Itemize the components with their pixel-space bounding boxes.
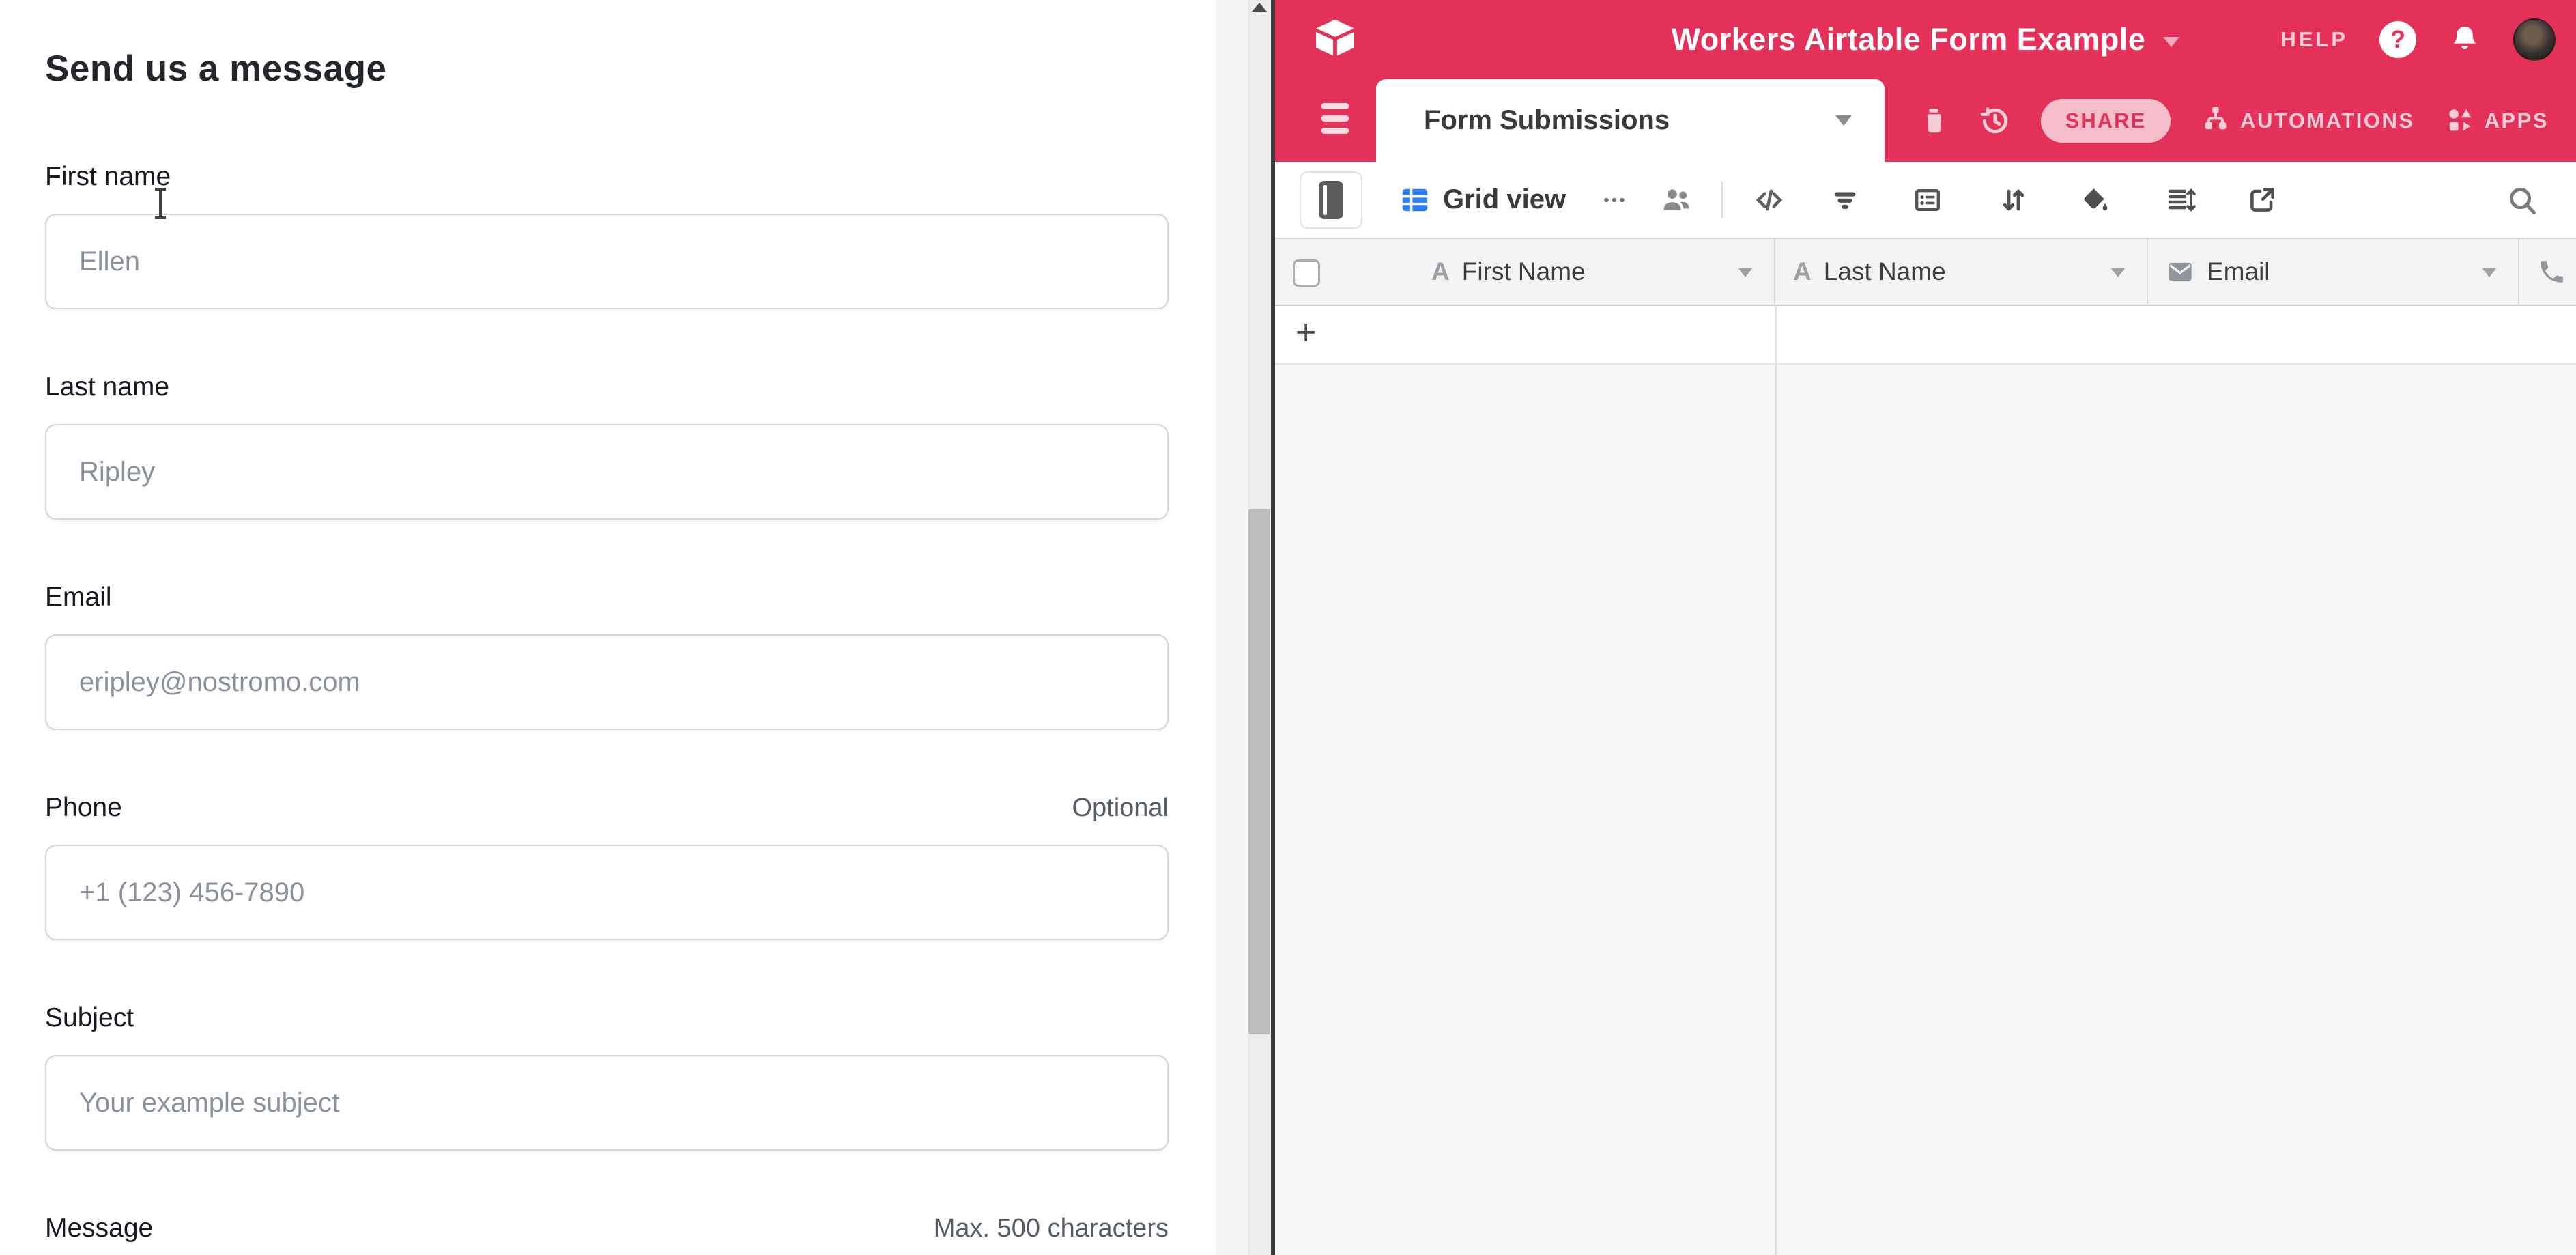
view-name-label[interactable]: Grid view bbox=[1443, 184, 1566, 215]
trash-icon[interactable] bbox=[1918, 105, 1949, 137]
help-button[interactable]: HELP bbox=[2280, 27, 2348, 52]
phone-field-type-icon bbox=[2537, 257, 2566, 286]
base-title-caret-icon[interactable] bbox=[2163, 37, 2179, 47]
user-avatar[interactable] bbox=[2513, 18, 2556, 61]
add-row-plus-icon[interactable]: + bbox=[1296, 311, 1316, 354]
view-toolbar: Grid view bbox=[1275, 162, 2576, 238]
page-scrollbar[interactable] bbox=[1248, 0, 1271, 1255]
grid-empty-area bbox=[1275, 365, 2576, 1255]
email-field-type-icon bbox=[2166, 257, 2194, 286]
airtable-logo-icon[interactable] bbox=[1313, 18, 1357, 57]
form-page-gutter bbox=[1216, 0, 1248, 1255]
text-field-type-icon: A bbox=[1793, 257, 1812, 286]
field-email: Email bbox=[45, 582, 1169, 730]
column-header-last-name[interactable]: A Last Name bbox=[1775, 239, 2148, 305]
field-first-name: First name bbox=[45, 162, 1169, 309]
share-view-icon[interactable] bbox=[2246, 184, 2278, 216]
table-name: Form Submissions bbox=[1424, 105, 1670, 136]
row-height-icon[interactable] bbox=[2165, 184, 2198, 216]
add-row[interactable]: + bbox=[1275, 306, 2576, 365]
color-paint-icon[interactable] bbox=[2079, 184, 2110, 216]
column-caret-icon[interactable] bbox=[1738, 268, 1752, 277]
column-caret-icon[interactable] bbox=[2111, 268, 2125, 277]
scrollbar-up-arrow-icon[interactable] bbox=[1252, 3, 1267, 12]
subject-input[interactable] bbox=[45, 1055, 1169, 1151]
column-header-email[interactable]: Email bbox=[2148, 239, 2519, 305]
table-tab-bar: Form Submissions SHARE bbox=[1275, 79, 2576, 162]
grid-column-header-row: A First Name A Last Name Email bbox=[1275, 238, 2576, 306]
view-options-ellipsis-icon[interactable] bbox=[1599, 184, 1630, 216]
phone-optional-note: Optional bbox=[1072, 793, 1169, 823]
group-icon[interactable] bbox=[1911, 184, 1944, 216]
base-title[interactable]: Workers Airtable Form Example bbox=[1672, 22, 2146, 57]
text-field-type-icon: A bbox=[1431, 257, 1450, 286]
last-name-input[interactable] bbox=[45, 424, 1169, 520]
column-header-first-name[interactable]: A First Name bbox=[1275, 239, 1775, 305]
airtable-panel: Workers Airtable Form Example HELP ? For… bbox=[1275, 0, 2576, 1255]
last-name-label: Last name bbox=[45, 372, 169, 402]
page-scrollbar-thumb[interactable] bbox=[1248, 509, 1270, 1034]
grid-view-icon[interactable] bbox=[1399, 184, 1431, 216]
subject-label: Subject bbox=[45, 1003, 134, 1033]
question-help-icon[interactable]: ? bbox=[2379, 21, 2416, 58]
first-name-input[interactable] bbox=[45, 214, 1169, 309]
email-label: Email bbox=[45, 582, 112, 612]
phone-label: Phone bbox=[45, 793, 122, 823]
column-header-phone[interactable]: Phone bbox=[2519, 239, 2576, 305]
table-caret-icon[interactable] bbox=[1835, 115, 1852, 126]
first-name-label: First name bbox=[45, 162, 171, 192]
sort-icon[interactable] bbox=[1997, 184, 2030, 216]
select-all-checkbox[interactable] bbox=[1293, 259, 1320, 287]
toggle-view-sidebar-button[interactable] bbox=[1300, 171, 1362, 229]
field-message: Message Max. 500 characters bbox=[45, 1213, 1169, 1255]
embed-code-icon[interactable] bbox=[1753, 184, 1786, 216]
filter-icon[interactable] bbox=[1829, 184, 1861, 216]
history-icon[interactable] bbox=[1978, 104, 2012, 138]
notifications-bell-icon[interactable] bbox=[2448, 23, 2482, 57]
phone-input[interactable] bbox=[45, 845, 1169, 940]
collaborators-icon[interactable] bbox=[1660, 184, 1693, 216]
field-phone: Phone Optional bbox=[45, 793, 1169, 940]
airtable-header: Workers Airtable Form Example HELP ? bbox=[1275, 0, 2576, 79]
email-input[interactable] bbox=[45, 634, 1169, 730]
search-icon[interactable] bbox=[2505, 183, 2539, 217]
frozen-column-divider bbox=[1775, 306, 1777, 363]
contact-form-panel: Send us a message First name Last name bbox=[0, 0, 1216, 1255]
apps-button[interactable]: APPS bbox=[2444, 104, 2549, 137]
toolbar-divider bbox=[1721, 182, 1723, 218]
field-last-name: Last name bbox=[45, 372, 1169, 520]
field-subject: Subject bbox=[45, 1003, 1169, 1151]
message-label: Message bbox=[45, 1213, 153, 1243]
hamburger-menu-icon[interactable] bbox=[1321, 103, 1349, 134]
form-title: Send us a message bbox=[45, 48, 1169, 89]
frozen-column-divider bbox=[1775, 365, 1777, 1255]
automations-button[interactable]: AUTOMATIONS bbox=[2199, 104, 2414, 137]
share-button[interactable]: SHARE bbox=[2041, 99, 2171, 143]
table-tab-form-submissions[interactable]: Form Submissions bbox=[1376, 79, 1885, 162]
message-maxchars-note: Max. 500 characters bbox=[934, 1214, 1169, 1243]
column-caret-icon[interactable] bbox=[2482, 268, 2496, 277]
